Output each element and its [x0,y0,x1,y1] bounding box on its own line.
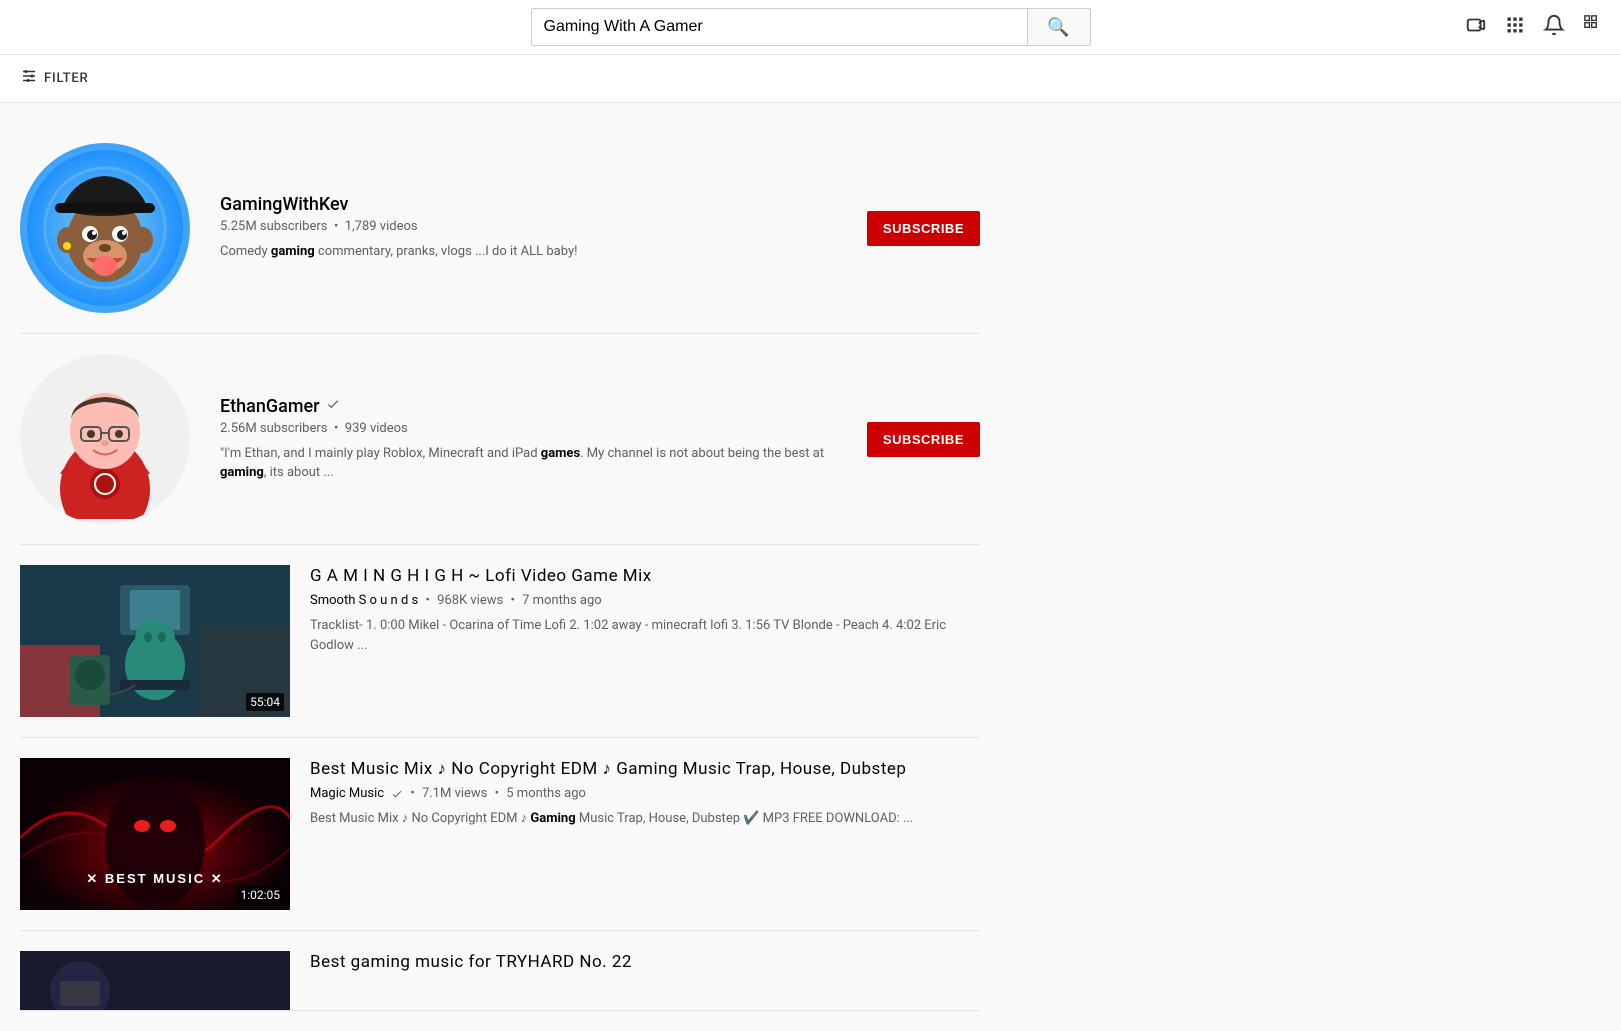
video-thumbnail-tryhard[interactable] [20,951,290,1011]
channel-name-text: GamingWithKev [220,194,349,215]
filter-label: FILTER [44,71,89,86]
video-views-music: 7.1M views [422,786,487,801]
video-info-lofi: G A M I N G H I G H ~ Lofi Video Game Mi… [310,565,980,717]
verified-badge-ethan [326,397,340,415]
video-title-music[interactable]: Best Music Mix ♪ No Copyright EDM ♪ Gami… [310,758,980,780]
video-channel-music[interactable]: Magic Music [310,786,384,801]
video-title-tryhard[interactable]: Best gaming music for TRYHARD No. 22 [310,951,980,973]
video-views-lofi: 968K views [437,593,503,608]
upload-icon[interactable] [1465,14,1487,41]
channel-avatar-gamingwithkev[interactable] [20,143,190,313]
video-result-tryhard: Best gaming music for TRYHARD No. 22 [20,931,980,1011]
thumbnail-image-tryhard [20,951,290,1011]
channel-avatar-ethangamer[interactable] [20,354,190,524]
video-thumbnail-lofi[interactable]: 55:04 [20,565,290,717]
kev-avatar-svg [25,148,185,308]
subscribe-button-gamingwithkev[interactable]: SUBSCRIBE [867,211,980,246]
video-title-lofi[interactable]: G A M I N G H I G H ~ Lofi Video Game Mi… [310,565,980,587]
tryhard-thumb-svg [20,951,290,1011]
channel-result-ethangamer: EthanGamer 2.56M subscribers • 939 video… [20,334,980,545]
main-content: GamingWithKev 5.25M subscribers • 1,789 … [0,103,1000,1031]
video-channel-lofi[interactable]: Smooth S o u n d s [310,593,418,608]
channel-name-gamingwithkev[interactable]: GamingWithKev [220,194,837,215]
video-thumbnail-music[interactable]: ✕ BEST MUSIC ✕ 1:02:05 [20,758,290,910]
channel-videos: 1,789 videos [345,219,418,234]
account-icon[interactable] [1583,14,1605,41]
verified-badge-magic-music [391,786,403,801]
video-age-music: 5 months ago [506,786,586,801]
video-meta-music: Magic Music • 7.1M views • 5 months ago [310,786,980,801]
header-icons [1465,14,1605,41]
channel-result-gamingwithkev: GamingWithKev 5.25M subscribers • 1,789 … [20,123,980,334]
filter-button[interactable]: FILTER [20,67,89,90]
grid-icon[interactable] [1505,15,1525,40]
channel-info-gamingwithkev: GamingWithKev 5.25M subscribers • 1,789 … [220,194,837,262]
video-duration-music: 1:02:05 [236,886,284,904]
search-input[interactable] [531,8,1027,46]
video-age-lofi: 7 months ago [522,593,602,608]
channel-meta-gamingwithkev: 5.25M subscribers • 1,789 videos [220,219,837,234]
video-duration-lofi: 55:04 [246,693,284,711]
channel-meta-ethangamer: 2.56M subscribers • 939 videos [220,421,837,436]
video-result-music: ✕ BEST MUSIC ✕ 1:02:05 Best Music Mix ♪ … [20,738,980,931]
channel-desc-ethangamer: "I'm Ethan, and I mainly play Roblox, Mi… [220,444,837,483]
video-desc-music: Best Music Mix ♪ No Copyright EDM ♪ Gami… [310,809,980,829]
video-info-tryhard: Best gaming music for TRYHARD No. 22 [310,951,980,990]
video-desc-lofi: Tracklist- 1. 0:00 Mikel - Ocarina of Ti… [310,616,980,655]
video-info-music: Best Music Mix ♪ No Copyright EDM ♪ Gami… [310,758,980,910]
channel-subscribers: 2.56M subscribers [220,421,328,436]
search-button[interactable]: 🔍 [1027,8,1091,46]
subscribe-button-ethangamer[interactable]: SUBSCRIBE [867,422,980,457]
filter-sliders-icon [20,67,38,90]
search-icon: 🔍 [1047,17,1069,38]
channel-info-ethangamer: EthanGamer 2.56M subscribers • 939 video… [220,396,837,483]
channel-name-ethangamer[interactable]: EthanGamer [220,396,837,417]
ethan-avatar-svg [25,359,185,519]
channel-desc-gamingwithkev: Comedy gaming commentary, pranks, vlogs … [220,242,837,262]
channel-subscribers: 5.25M subscribers [220,219,328,234]
header: 🔍 [0,0,1621,55]
filter-bar: FILTER [0,55,1621,103]
search-bar: 🔍 [531,8,1091,46]
video-meta-lofi: Smooth S o u n d s • 968K views • 7 mont… [310,593,980,608]
video-result-lofi: 55:04 G A M I N G H I G H ~ Lofi Video G… [20,545,980,738]
bell-icon[interactable] [1543,14,1565,41]
svg-text:✕ BEST MUSIC ✕: ✕ BEST MUSIC ✕ [86,871,223,886]
channel-name-text: EthanGamer [220,396,320,417]
channel-videos: 939 videos [345,421,408,436]
